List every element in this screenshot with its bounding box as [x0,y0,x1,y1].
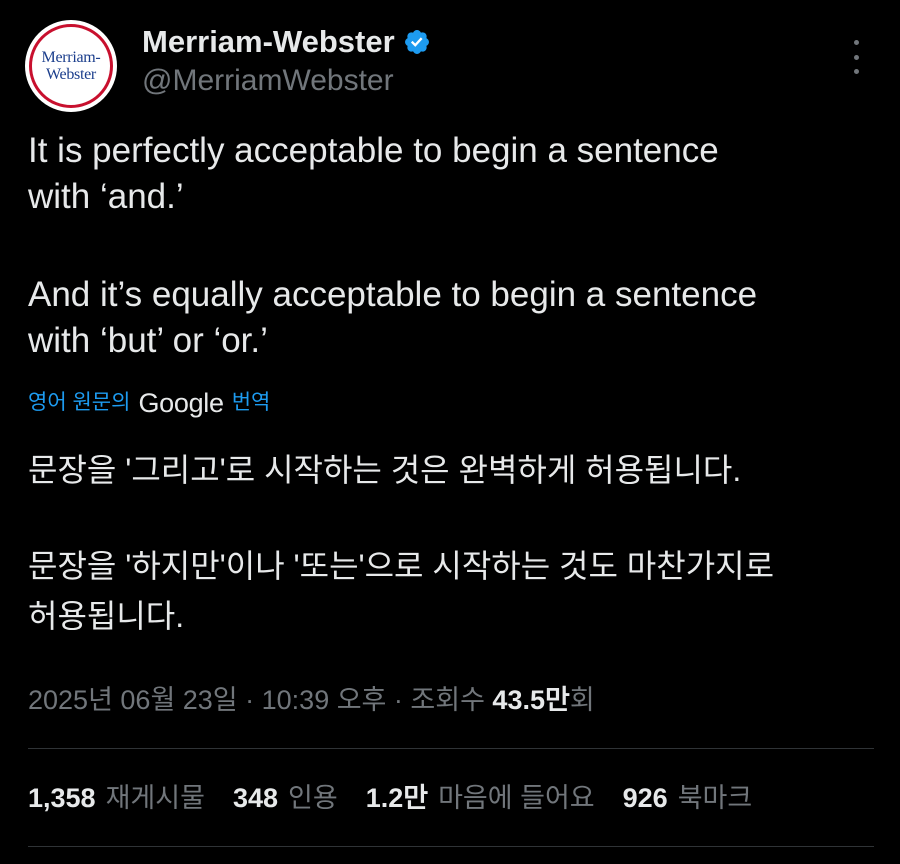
avatar-logo-text: Merriam- Webster [36,49,106,83]
avatar-logo-ring: Merriam- Webster [29,24,113,108]
stat-label: 재게시물 [105,783,205,813]
views-suffix: 회 [569,685,595,715]
tweet-metadata: 2025년 06월 23일 · 10:39 오후 · 조회수 43.5만회 [28,680,595,720]
stat-reposts[interactable]: 1,358 재게시물 [28,778,205,818]
tweet-text-line: It is perfectly acceptable to begin a se… [28,131,719,170]
translated-text-line: 문장을 '하지만'이나 '또는'으로 시작하는 것도 마찬가지로 [28,548,775,584]
views-count: 43.5만 [492,685,570,715]
stat-value: 926 [622,783,668,813]
author-name-row[interactable]: Merriam-Webster [142,24,431,60]
engagement-stats: 1,358 재게시물 348 인용 1.2만 마음에 들어요 926 북마크 [28,778,780,818]
more-dot [853,69,859,74]
google-logo: Google [138,388,224,418]
translation-suffix: 번역 [231,391,271,414]
more-dot [853,40,859,45]
stat-quotes[interactable]: 348 인용 [233,778,338,818]
tweet-text-line: with ‘and.’ [28,177,184,216]
author-handle[interactable]: @MerriamWebster [142,64,394,98]
divider [28,748,874,749]
stat-value: 348 [232,783,279,813]
verified-badge-icon [404,30,429,54]
translated-text: 문장을 '그리고'로 시작하는 것은 완벽하게 허용됩니다. 문장을 '하지만'… [28,445,888,641]
avatar[interactable]: Merriam- Webster [25,20,117,112]
more-options-icon[interactable] [843,40,869,74]
translated-text-line: 허용됩니다. [28,598,185,634]
stat-label: 인용 [288,783,338,813]
timestamp[interactable]: 2025년 06월 23일 · 10:39 오후 · 조회수 [28,685,492,715]
tweet-text-line: And it’s equally acceptable to begin a s… [28,275,758,314]
stat-value: 1,358 [28,783,96,813]
tweet-text-line: with ‘but’ or ‘or.’ [28,321,268,360]
stat-value: 1.2만 [365,783,429,813]
tweet-text: It is perfectly acceptable to begin a se… [28,128,878,364]
stat-label: 북마크 [677,783,753,813]
avatar-logo-line2: Webster [46,66,96,83]
translation-prefix: 영어 원문의 [28,391,131,414]
stat-label: 마음에 들어요 [438,783,595,813]
avatar-logo-line1: Merriam- [41,49,101,66]
translation-link[interactable]: 영어 원문의 Google 번역 [28,388,270,418]
stat-bookmarks[interactable]: 926 북마크 [623,778,753,818]
tweet-detail: Merriam- Webster Merriam-Webster @Merria… [0,0,900,864]
translated-text-line: 문장을 '그리고'로 시작하는 것은 완벽하게 허용됩니다. [28,452,742,488]
display-name[interactable]: Merriam-Webster [142,24,395,60]
more-dot [853,54,859,60]
stat-likes[interactable]: 1.2만 마음에 들어요 [366,778,595,818]
divider [28,846,874,847]
